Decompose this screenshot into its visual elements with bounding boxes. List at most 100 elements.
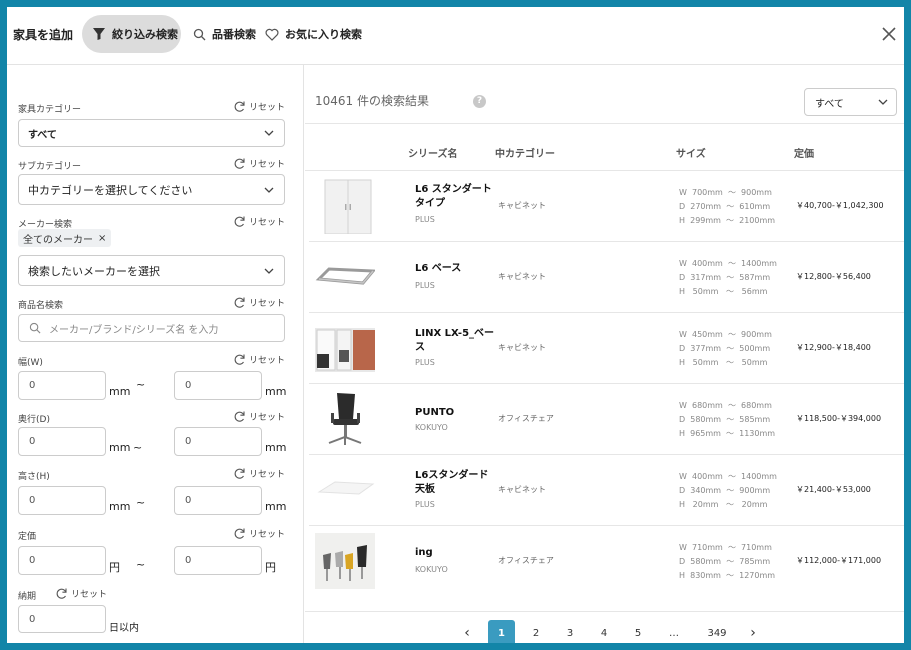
maker-name: PLUS [415,358,435,367]
delivery-reset-button[interactable]: リセット [55,587,107,600]
close-icon[interactable] [880,25,898,43]
height-label: 高さ(H) [18,472,50,482]
width-max-input[interactable]: 0 [174,371,262,400]
subcategory-reset-button[interactable]: リセット [233,157,285,170]
height-min-input[interactable]: 0 [18,486,106,515]
page-button[interactable]: 4 [591,620,617,643]
category-select[interactable]: すべて [18,119,285,147]
price-reset-button[interactable]: リセット [233,527,285,540]
subcategory-label: サブカテゴリー [18,162,82,172]
add-furniture-dialog: 家具を追加 絞り込み検索 品番検索 お気に入り検索 家具カテゴリー リセット す… [7,7,904,643]
page-button-last[interactable]: 349 [701,620,733,643]
refresh-icon [234,468,245,479]
product-thumbnail [315,328,375,372]
tab-label: 品番検索 [212,28,256,41]
refresh-icon [234,354,245,365]
depth-max-input[interactable]: 0 [174,427,262,456]
dialog-header: 家具を追加 絞り込み検索 品番検索 お気に入り検索 [7,7,904,65]
height-reset-button[interactable]: リセット [233,467,285,480]
series-name: LINX LX-5_ベース [415,328,495,353]
reset-label: リセット [249,160,286,170]
price-cell: ￥21,400-￥53,000 [796,485,871,494]
table-row[interactable]: ing KOKUYO オフィスチェア W 710mm 〜 710mm D 580… [309,526,904,597]
series-name: L6 ベース [415,263,462,274]
chip-remove-icon[interactable]: × [98,233,106,244]
series-name: ing [415,547,433,558]
depth-max-unit: mm [265,441,287,454]
reset-label: リセット [249,356,286,366]
page-button[interactable]: 2 [523,620,549,643]
category-cell: キャビネット [498,272,546,281]
table-row[interactable]: L6 スタンダートタイプ PLUS キャビネット W 700mm 〜 900mm… [309,171,904,242]
subcategory-select[interactable]: 中カテゴリーを選択してください [18,174,285,205]
series-name: L6スタンダード天板 [415,470,489,495]
size-cell: W 450mm 〜 900mm D 377mm 〜 500mm H 50mm 〜… [679,330,772,367]
page-button[interactable]: 5 [625,620,651,643]
price-cell: ￥40,700-￥1,042,300 [796,201,884,210]
filter-sidebar: 家具カテゴリー リセット すべて サブカテゴリー リセット 中カテゴリーを選択し… [7,65,304,643]
col-size: サイズ [676,149,706,160]
delivery-days-input[interactable]: 0 [18,605,106,633]
maker-name: KOKUYO [415,423,448,432]
height-max-unit: mm [265,500,287,513]
refresh-icon [234,101,245,112]
table-row[interactable]: LINX LX-5_ベース PLUS キャビネット W 450mm 〜 900m… [309,313,904,384]
maker-select[interactable]: 検索したいメーカーを選択 [18,255,285,286]
series-name: L6 スタンダートタイプ [415,184,492,209]
table-row[interactable]: L6 ベース PLUS キャビネット W 400mm 〜 1400mm D 31… [309,242,904,313]
depth-reset-button[interactable]: リセット [233,410,285,423]
price-cell: ￥118,500-￥394,000 [796,414,882,423]
dialog-title: 家具を追加 [13,28,74,42]
width-reset-button[interactable]: リセット [233,353,285,366]
product-thumbnail [315,267,375,285]
prev-page-button[interactable]: ‹ [460,620,474,643]
maker-reset-button[interactable]: リセット [233,215,285,228]
refresh-icon [234,216,245,227]
col-price: 定価 [794,149,814,160]
help-icon[interactable]: ? [473,95,486,108]
filter-icon [93,28,105,40]
height-min-unit: mm [109,500,131,513]
width-max-unit: mm [265,385,287,398]
pager-divider [305,611,904,612]
depth-min-input[interactable]: 0 [18,427,106,456]
reset-label: リセット [249,103,286,113]
table-row[interactable]: L6スタンダード天板 PLUS キャビネット W 400mm 〜 1400mm … [309,455,904,526]
category-cell: キャビネット [498,343,546,352]
delivery-label: 納期 [18,592,37,602]
result-filter-select[interactable]: すべて [804,88,897,116]
next-page-button[interactable]: › [746,620,760,643]
depth-label: 奥行(D) [18,415,50,425]
price-cell: ￥12,900-￥18,400 [796,343,871,352]
refresh-icon [234,158,245,169]
table-row[interactable]: PUNTO KOKUYO オフィスチェア W 680mm 〜 680mm D 5… [309,384,904,455]
product-name-reset-button[interactable]: リセット [233,296,285,309]
height-max-input[interactable]: 0 [174,486,262,515]
heart-icon [265,28,279,41]
tab-filter-search[interactable]: 絞り込み検索 [82,15,181,53]
price-min-unit: 円 [109,561,120,574]
size-cell: W 400mm 〜 1400mm D 340mm 〜 900mm H 20mm … [679,472,777,509]
page-button-current[interactable]: 1 [488,620,515,643]
depth-range-separator: ~ [133,441,143,454]
results-table-header: シリーズ名 中カテゴリー サイズ 定価 [305,123,904,171]
tab-part-number-search[interactable]: 品番検索 [193,15,256,53]
page-button[interactable]: 3 [557,620,583,643]
product-thumbnail [328,393,362,445]
tab-label: 絞り込み検索 [112,28,178,41]
price-max-input[interactable]: 0 [174,546,262,575]
product-thumbnail [315,533,375,589]
price-min-input[interactable]: 0 [18,546,106,575]
reset-label: リセット [249,530,286,540]
product-name-label: 商品名検索 [18,301,64,311]
search-icon [193,28,206,40]
product-name-search-input[interactable]: メーカー/ブランド/シリーズ名 を入力 [18,314,285,342]
delivery-unit: 日以内 [109,623,139,634]
price-cell: ￥12,800-￥56,400 [796,272,871,281]
product-name-placeholder: メーカー/ブランド/シリーズ名 を入力 [49,324,219,336]
results-panel: 10461 件の検索結果 ? すべて シリーズ名 中カテゴリー サイズ 定価 L… [305,65,904,643]
tab-favorite-search[interactable]: お気に入り検索 [265,15,362,53]
col-category: 中カテゴリー [495,149,555,160]
category-reset-button[interactable]: リセット [233,100,285,113]
width-min-input[interactable]: 0 [18,371,106,400]
